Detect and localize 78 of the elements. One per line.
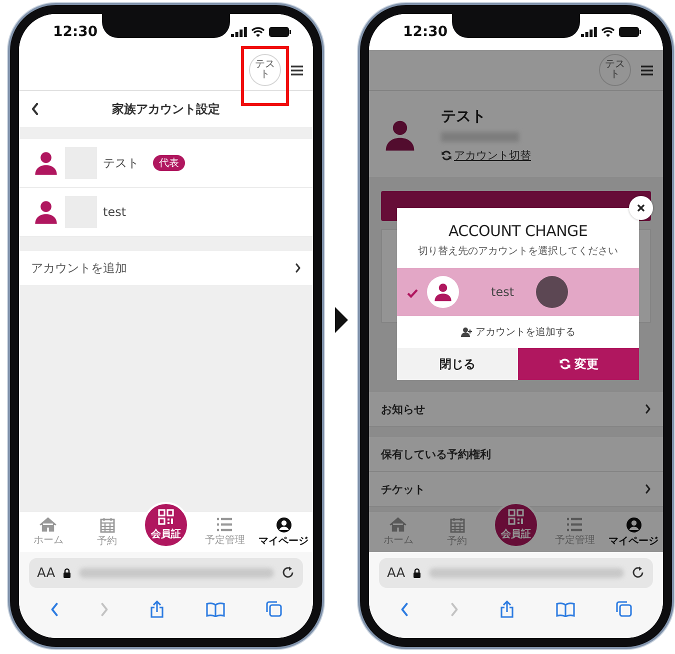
- text-size-button[interactable]: AA: [37, 566, 56, 580]
- nav-tab[interactable]: 予約: [78, 512, 137, 552]
- home-icon: [389, 517, 408, 532]
- list-icon: [216, 517, 234, 532]
- battery-icon: [269, 27, 291, 37]
- arrow-icon: [334, 307, 348, 333]
- status-time: 12:30: [403, 24, 448, 40]
- section-header: 保有している予約権利: [369, 437, 663, 472]
- round-marker: [536, 276, 568, 308]
- menu-row[interactable]: チケット: [369, 472, 663, 507]
- add-account-row[interactable]: アカウントを追加: [19, 251, 313, 285]
- person-icon: [33, 199, 59, 225]
- avatar-button[interactable]: テスト: [599, 54, 631, 86]
- qr-code-icon: [508, 509, 524, 525]
- account-name: test: [103, 205, 126, 219]
- nav-tab[interactable]: マイページ: [604, 512, 663, 552]
- wifi-icon: [601, 27, 615, 37]
- chevron-icon: [295, 263, 301, 273]
- tabs-icon[interactable]: [266, 601, 282, 617]
- chevron-icon: [645, 484, 651, 494]
- close-dialog-button[interactable]: 閉じる: [397, 348, 518, 380]
- dialog-subtitle: 切り替え先のアカウントを選択してください: [417, 244, 619, 258]
- battery-icon: [619, 27, 641, 37]
- tabs-icon[interactable]: [616, 601, 632, 617]
- person-icon: [433, 282, 453, 302]
- calendar-icon: [450, 516, 465, 532]
- add-user-icon: [460, 327, 472, 337]
- avatar-button[interactable]: テスト: [249, 54, 281, 86]
- text-size-button[interactable]: AA: [387, 566, 406, 580]
- membership-card-button[interactable]: 会員証: [492, 502, 539, 548]
- membership-card-button[interactable]: 会員証: [142, 502, 189, 548]
- forward-icon: [100, 602, 110, 616]
- list-icon: [566, 517, 584, 532]
- wifi-icon: [251, 27, 265, 37]
- person-icon: [33, 150, 59, 176]
- account-name: test: [491, 285, 514, 299]
- person-icon: [383, 118, 417, 152]
- qr-code-icon: [158, 509, 174, 525]
- share-icon[interactable]: [150, 600, 164, 618]
- reload-icon[interactable]: [632, 566, 645, 580]
- switch-account-link[interactable]: アカウント切替: [441, 148, 531, 163]
- nav-tab[interactable]: マイページ: [254, 512, 313, 552]
- bookmarks-icon[interactable]: [206, 602, 225, 616]
- account-option[interactable]: test: [397, 268, 639, 316]
- status-time: 12:30: [53, 24, 98, 40]
- page-title: 家族アカウント設定: [111, 100, 221, 118]
- lock-icon: [413, 568, 422, 578]
- close-icon: [637, 204, 645, 212]
- bookmarks-icon[interactable]: [556, 602, 575, 616]
- back-icon: [400, 602, 409, 616]
- close-button[interactable]: [629, 196, 653, 220]
- change-button[interactable]: 変更: [518, 348, 639, 380]
- account-name: テスト: [103, 154, 139, 172]
- home-icon: [39, 517, 58, 532]
- back-icon: [31, 103, 39, 115]
- refresh-icon: [441, 150, 452, 161]
- forward-icon: [450, 602, 460, 616]
- user-icon: [276, 516, 292, 532]
- user-icon: [626, 516, 642, 532]
- profile-name: テスト: [441, 107, 487, 126]
- refresh-icon: [558, 358, 570, 370]
- chevron-icon: [645, 404, 651, 414]
- menu-icon[interactable]: [291, 64, 303, 76]
- nav-tab[interactable]: 予定管理: [195, 512, 254, 552]
- badge: 代表: [153, 155, 185, 171]
- dialog-title: ACCOUNT CHANGE: [447, 222, 589, 240]
- nav-tab[interactable]: ホーム: [19, 512, 78, 552]
- lock-icon: [63, 568, 72, 578]
- back-icon: [50, 602, 59, 616]
- signal-icon: [581, 27, 597, 37]
- menu-row[interactable]: お知らせ: [369, 392, 663, 427]
- check-icon: [407, 288, 418, 298]
- signal-icon: [231, 27, 247, 37]
- calendar-icon: [100, 516, 115, 532]
- share-icon[interactable]: [500, 600, 514, 618]
- menu-icon[interactable]: [641, 64, 653, 76]
- reload-icon[interactable]: [282, 566, 295, 580]
- add-account-link[interactable]: アカウントを追加する: [397, 316, 639, 348]
